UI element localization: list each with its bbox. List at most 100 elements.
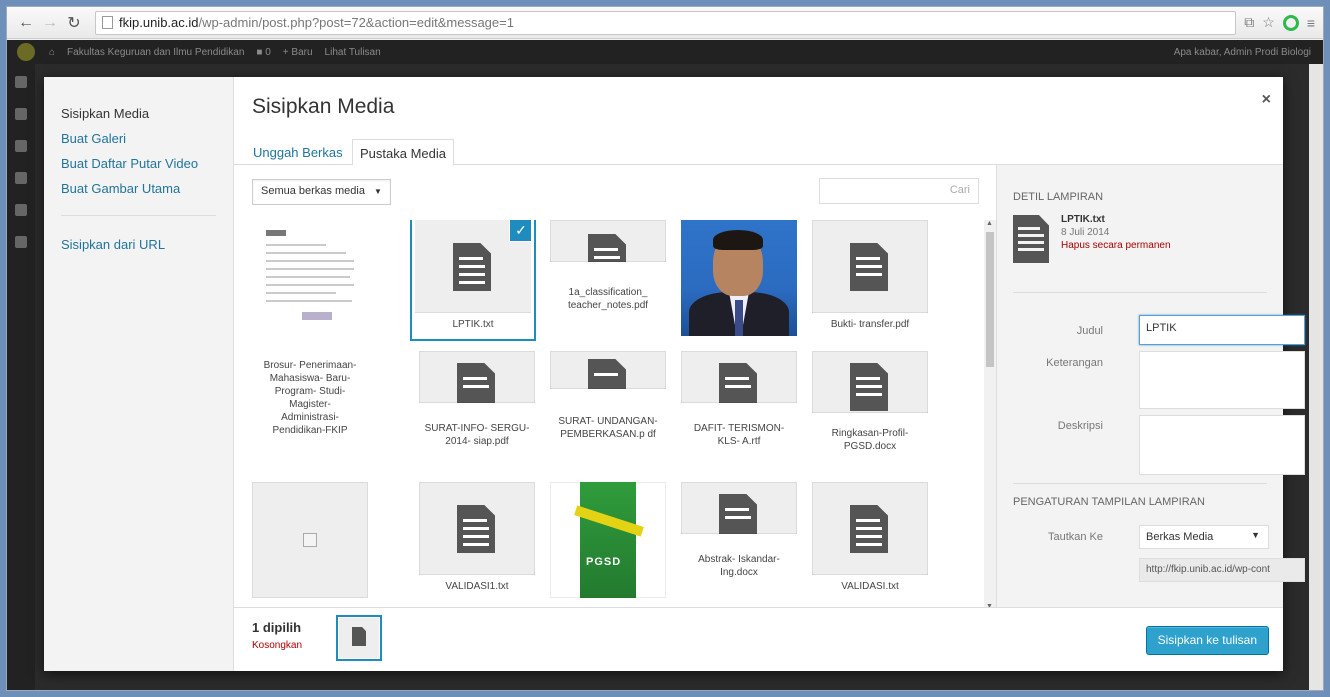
site-logo-icon[interactable]: [17, 43, 35, 61]
page-scrollbar[interactable]: [1309, 64, 1323, 690]
media-filter-select[interactable]: Semua berkas media ▼: [252, 179, 391, 205]
tab-media-library[interactable]: Pustaka Media: [352, 139, 454, 166]
chevron-down-icon: ▼: [374, 187, 382, 196]
document-icon: [352, 627, 366, 646]
attachment-portrait-photo[interactable]: [681, 220, 797, 336]
attachment-surat-undangan[interactable]: SURAT- UNDANGAN- PEMBERKASAN.p df: [550, 351, 666, 467]
site-name-link[interactable]: Fakultas Keguruan dan Ilmu Pendidikan: [67, 47, 244, 58]
attachment-bukti-transfer[interactable]: Bukti- transfer.pdf: [812, 220, 928, 336]
attachments-grid: LPTIK.txt ✓ 1a_classification_ teacher_n…: [252, 220, 982, 606]
dashboard-icon[interactable]: [15, 76, 27, 88]
collapse-icon[interactable]: [15, 236, 27, 248]
media-router: Unggah Berkas Pustaka Media: [234, 135, 1283, 166]
attachment-abstrak[interactable]: Abstrak- Iskandar- Ing.docx: [681, 482, 797, 598]
menu-create-gallery[interactable]: Buat Galeri: [44, 126, 233, 151]
media-menu: Sisipkan Media Buat Galeri Buat Daftar P…: [44, 77, 234, 671]
document-icon: [453, 243, 491, 291]
translate-icon[interactable]: ⧉: [1244, 14, 1254, 31]
menu-separator: [61, 215, 216, 216]
attachment-lptik[interactable]: LPTIK.txt ✓: [415, 220, 531, 336]
attachment-ringkasan[interactable]: Ringkasan-Profil- PGSD.docx: [812, 351, 928, 467]
caption-field[interactable]: [1139, 351, 1305, 409]
link-url-field[interactable]: http://fkip.unib.ac.id/wp-cont: [1139, 558, 1305, 582]
photo-tie: [735, 300, 743, 336]
wp-admin-bar: ⌂ Fakultas Keguruan dan Ilmu Pendidikan …: [7, 40, 1323, 64]
attachment-filename: 1a_classification_ teacher_notes.pdf: [550, 262, 666, 336]
wp-admin-menu: [7, 64, 35, 690]
details-date: 8 Juli 2014: [1061, 227, 1110, 238]
display-settings-heading: Pengaturan Tampilan Lampiran: [1013, 496, 1205, 508]
modal-title: Sisipkan Media: [252, 95, 395, 118]
attachment-broken-image[interactable]: [252, 482, 368, 598]
cover-stripe: [574, 505, 644, 537]
user-greeting[interactable]: Apa kabar, Admin Prodi Biologi: [1174, 47, 1311, 58]
clear-selection-link[interactable]: Kosongkan: [252, 640, 302, 651]
spreadsheet-icon: [850, 243, 888, 291]
title-field[interactable]: LPTIK: [1139, 315, 1305, 345]
attachment-filename: SURAT-INFO- SERGU-2014- siap.pdf: [419, 403, 535, 467]
caption-label: Keterangan: [1046, 357, 1103, 369]
star-icon[interactable]: ☆: [1262, 14, 1275, 31]
new-content-link[interactable]: + Baru: [283, 47, 313, 58]
posts-icon[interactable]: [15, 108, 27, 120]
comments-count: 0: [265, 46, 271, 58]
attachments-scrollbar[interactable]: ▲ ▼: [984, 220, 996, 610]
comments-icon[interactable]: ■ 0: [256, 47, 270, 58]
close-icon[interactable]: ×: [1262, 91, 1271, 109]
description-field[interactable]: [1139, 415, 1305, 475]
scroll-thumb[interactable]: [986, 232, 994, 367]
scan-line: [266, 244, 326, 246]
new-label: Baru: [291, 46, 313, 58]
attachment-brosur[interactable]: Brosur- Penerimaan- Mahasiswa- Baru-Prog…: [252, 351, 368, 467]
attachment-dafit[interactable]: DAFIT- TERISMON-KLS- A.rtf: [681, 351, 797, 467]
menu-icon[interactable]: ≡: [1307, 15, 1315, 31]
attachment-validasi[interactable]: VALIDASI.txt: [812, 482, 928, 598]
attachment-document-scan[interactable]: [252, 220, 368, 336]
document-scan-thumbnail: [252, 220, 368, 336]
selection-count: 1 dipilih: [252, 620, 302, 635]
scan-logo: [266, 230, 286, 236]
opera-icon[interactable]: [1282, 14, 1299, 31]
delete-permanently-link[interactable]: Hapus secara permanen: [1061, 239, 1171, 252]
link-to-select[interactable]: Berkas Media ▼: [1139, 525, 1269, 549]
browser-toolbar: ← → ↻ fkip.unib.ac.id /wp-admin/post.php…: [7, 7, 1323, 39]
spreadsheet-icon: [850, 363, 888, 411]
description-label: Deskripsi: [1057, 420, 1103, 432]
scan-stamp: [302, 312, 332, 320]
menu-create-playlist[interactable]: Buat Daftar Putar Video: [44, 151, 233, 176]
check-icon[interactable]: ✓: [510, 220, 531, 241]
scan-line: [266, 284, 354, 286]
selected-attachment-thumbnail[interactable]: [339, 618, 379, 658]
photo-hair: [713, 230, 763, 250]
attachment-filename: Brosur- Penerimaan- Mahasiswa- Baru-Prog…: [252, 351, 368, 467]
search-input[interactable]: Cari: [819, 178, 979, 204]
reload-icon[interactable]: ↻: [63, 12, 85, 34]
home-icon[interactable]: ⌂: [49, 47, 55, 58]
users-icon[interactable]: [15, 204, 27, 216]
chevron-down-icon: ▼: [1251, 530, 1260, 540]
scroll-up-icon[interactable]: ▲: [986, 220, 993, 227]
view-post-link[interactable]: Lihat Tulisan: [325, 47, 381, 58]
menu-insert-media[interactable]: Sisipkan Media: [44, 101, 233, 126]
attachment-pgsd-cover[interactable]: PGSD: [550, 482, 666, 598]
media-icon[interactable]: [15, 140, 27, 152]
attachment-filename: DAFIT- TERISMON-KLS- A.rtf: [681, 403, 797, 467]
attachment-surat-info[interactable]: SURAT-INFO- SERGU-2014- siap.pdf: [419, 351, 535, 467]
attachment-classification-pdf[interactable]: 1a_classification_ teacher_notes.pdf: [550, 220, 666, 336]
comments-menu-icon[interactable]: [15, 172, 27, 184]
menu-featured-image[interactable]: Buat Gambar Utama: [44, 176, 233, 201]
document-icon: [850, 505, 888, 553]
forward-icon[interactable]: →: [39, 12, 61, 34]
back-icon[interactable]: ←: [15, 12, 37, 34]
attachment-validasi1[interactable]: VALIDASI1.txt: [419, 482, 535, 598]
link-to-label: Tautkan Ke: [1047, 531, 1103, 543]
tab-upload-files[interactable]: Unggah Berkas: [246, 139, 350, 166]
details-info: LPTIK.txt 8 Juli 2014 Hapus secara perma…: [1061, 213, 1171, 252]
insert-into-post-button[interactable]: Sisipkan ke tulisan: [1145, 626, 1269, 655]
attachment-details: Detil Lampiran LPTIK.txt 8 Juli 2014 Hap…: [996, 165, 1305, 607]
menu-insert-from-url[interactable]: Sisipkan dari URL: [44, 232, 233, 257]
url-path: /wp-admin/post.php?post=72&action=edit&m…: [198, 15, 514, 30]
document-icon: [457, 505, 495, 553]
media-modal: Sisipkan Media Buat Galeri Buat Daftar P…: [44, 77, 1305, 671]
address-bar[interactable]: fkip.unib.ac.id /wp-admin/post.php?post=…: [95, 10, 1237, 35]
